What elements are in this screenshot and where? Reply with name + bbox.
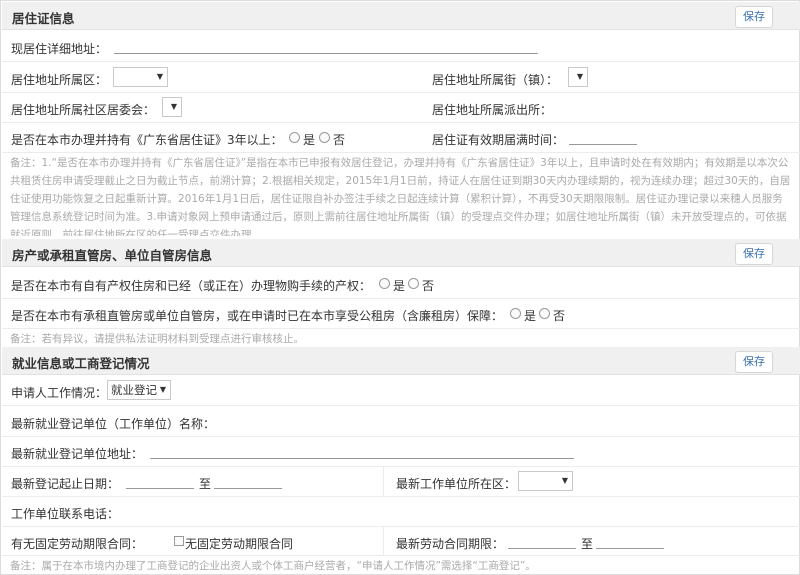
housing-q1-no-label: 否	[422, 279, 435, 293]
housing-q2-yes-radio[interactable]	[510, 308, 521, 319]
district-label: 居住地址所属区：	[11, 73, 108, 87]
section-title-employment: 就业信息或工商登记情况	[12, 356, 150, 371]
permit-no-radio[interactable]	[319, 132, 330, 143]
no-fixed-contract-checkbox[interactable]	[174, 536, 184, 546]
permit-no-label: 否	[333, 133, 346, 147]
unit-district-label: 最新工作单位所在区：	[396, 477, 517, 491]
contract-end-input[interactable]	[596, 535, 664, 549]
police-label: 居住地址所属派出所：	[432, 103, 553, 117]
unit-address-label: 最新就业登记单位地址：	[11, 447, 144, 461]
row-detail-address: 现居住详细地址：	[2, 31, 800, 62]
chevron-down-icon: ▼	[170, 102, 177, 111]
section-header-employment: 就业信息或工商登记情况 保存	[2, 347, 800, 375]
housing-q2-label: 是否在本市有承租直管房或单位自管房，或在申请时已在本市享受公租房（含廉租房）保障…	[11, 309, 504, 323]
housing-q2-no-radio[interactable]	[539, 308, 550, 319]
save-button-employment[interactable]: 保存	[735, 351, 773, 373]
column-divider	[383, 527, 384, 556]
housing-q2-no-label: 否	[553, 309, 566, 323]
contract-to-label: 至	[581, 537, 594, 551]
unit-name-label: 最新就业登记单位（工作单位）名称：	[11, 417, 216, 431]
section-header-residence: 居住证信息 保存	[2, 2, 800, 30]
chevron-down-icon: ▼	[561, 476, 568, 485]
housing-q1-no-radio[interactable]	[408, 278, 419, 289]
district-select[interactable]: ▼	[113, 67, 168, 87]
section-title-residence: 居住证信息	[12, 11, 75, 26]
housing-note: 备注：若有异议，请提供私法证明材料到受理点进行审核核止。	[10, 333, 304, 345]
phone-label: 工作单位联系电话：	[11, 507, 120, 521]
form-frame: 居住证信息 保存 现居住详细地址： 居住地址所属区： ▼ 居住地址所属街（镇）：…	[0, 0, 800, 575]
row-permit: 是否在本市办理并持有《广东省居住证》3年以上： 是 否 居住证有效期届满时间：	[2, 123, 800, 153]
row-district: 居住地址所属区： ▼ 居住地址所属街（镇）： ▼	[2, 62, 800, 93]
work-status-select[interactable]: 就业登记 ▼	[107, 380, 171, 400]
permit-question-label: 是否在本市办理并持有《广东省居住证》3年以上：	[11, 133, 283, 147]
chevron-down-icon: ▼	[159, 385, 166, 394]
unit-address-input[interactable]	[150, 445, 574, 459]
street-select[interactable]: ▼	[568, 67, 588, 87]
work-status-value: 就业登记	[111, 383, 157, 397]
unit-district-select[interactable]: ▼	[518, 471, 573, 491]
housing-q1-label: 是否在本市有自有产权住房和已经（或正在）办理物购手续的产权：	[11, 279, 372, 293]
date-to-label: 至	[199, 477, 212, 491]
column-divider	[383, 467, 384, 497]
housing-q2-yes-label: 是	[524, 309, 537, 323]
detail-address-input[interactable]	[114, 40, 538, 54]
date-range-label: 最新登记起止日期：	[11, 477, 120, 491]
chevron-down-icon: ▼	[576, 72, 583, 81]
street-label: 居住地址所属街（镇）：	[432, 73, 559, 87]
section-title-housing: 房产或承租直管房、单位自管房信息	[12, 248, 213, 263]
employment-note: 备注：属于在本市境内办理了工商登记的企业出资人或个体工商户经营者，“申请人工作情…	[10, 560, 536, 572]
row-housing-q1: 是否在本市有自有产权住房和已经（或正在）办理物购手续的产权： 是 否	[2, 268, 800, 299]
permit-yes-radio[interactable]	[289, 132, 300, 143]
residence-note: 备注：1.“是否在本市办理并持有《广东省居住证》”是指在本市已申报有效居住登记，…	[10, 157, 791, 236]
date-end-input[interactable]	[214, 475, 282, 489]
row-committee: 居住地址所属社区居委会： ▼ 居住地址所属派出所：	[2, 93, 800, 123]
detail-address-label: 现居住详细地址：	[11, 42, 108, 56]
housing-q1-yes-label: 是	[393, 279, 406, 293]
row-work-status: 申请人工作情况： 就业登记 ▼	[2, 376, 800, 406]
row-phone: 工作单位联系电话：	[2, 497, 800, 527]
date-start-input[interactable]	[126, 475, 194, 489]
section-header-housing: 房产或承租直管房、单位自管房信息 保存	[2, 239, 800, 267]
save-button-residence[interactable]: 保存	[735, 6, 773, 28]
row-unit-name: 最新就业登记单位（工作单位）名称：	[2, 406, 800, 437]
valid-date-input[interactable]	[569, 131, 637, 145]
contract-term-label: 最新劳动合同期限：	[396, 537, 505, 551]
work-status-label: 申请人工作情况：	[11, 386, 108, 400]
permit-yes-label: 是	[303, 133, 316, 147]
no-fixed-contract-label: 无固定劳动期限合同	[185, 537, 294, 551]
housing-q1-yes-radio[interactable]	[379, 278, 390, 289]
row-date-range: 最新登记起止日期： 至 最新工作单位所在区： ▼	[2, 467, 800, 497]
row-unit-address: 最新就业登记单位地址：	[2, 437, 800, 467]
committee-label: 居住地址所属社区居委会：	[11, 103, 156, 117]
contract-label: 有无固定劳动期限合同：	[11, 537, 144, 551]
row-housing-q2: 是否在本市有承租直管房或单位自管房，或在申请时已在本市享受公租房（含廉租房）保障…	[2, 299, 800, 329]
row-contract: 有无固定劳动期限合同： 无固定劳动期限合同 最新劳动合同期限： 至	[2, 527, 800, 556]
contract-start-input[interactable]	[508, 535, 576, 549]
valid-date-label: 居住证有效期届满时间：	[432, 133, 565, 147]
committee-select[interactable]: ▼	[162, 97, 182, 117]
chevron-down-icon: ▼	[156, 72, 163, 81]
save-button-housing[interactable]: 保存	[735, 243, 773, 265]
